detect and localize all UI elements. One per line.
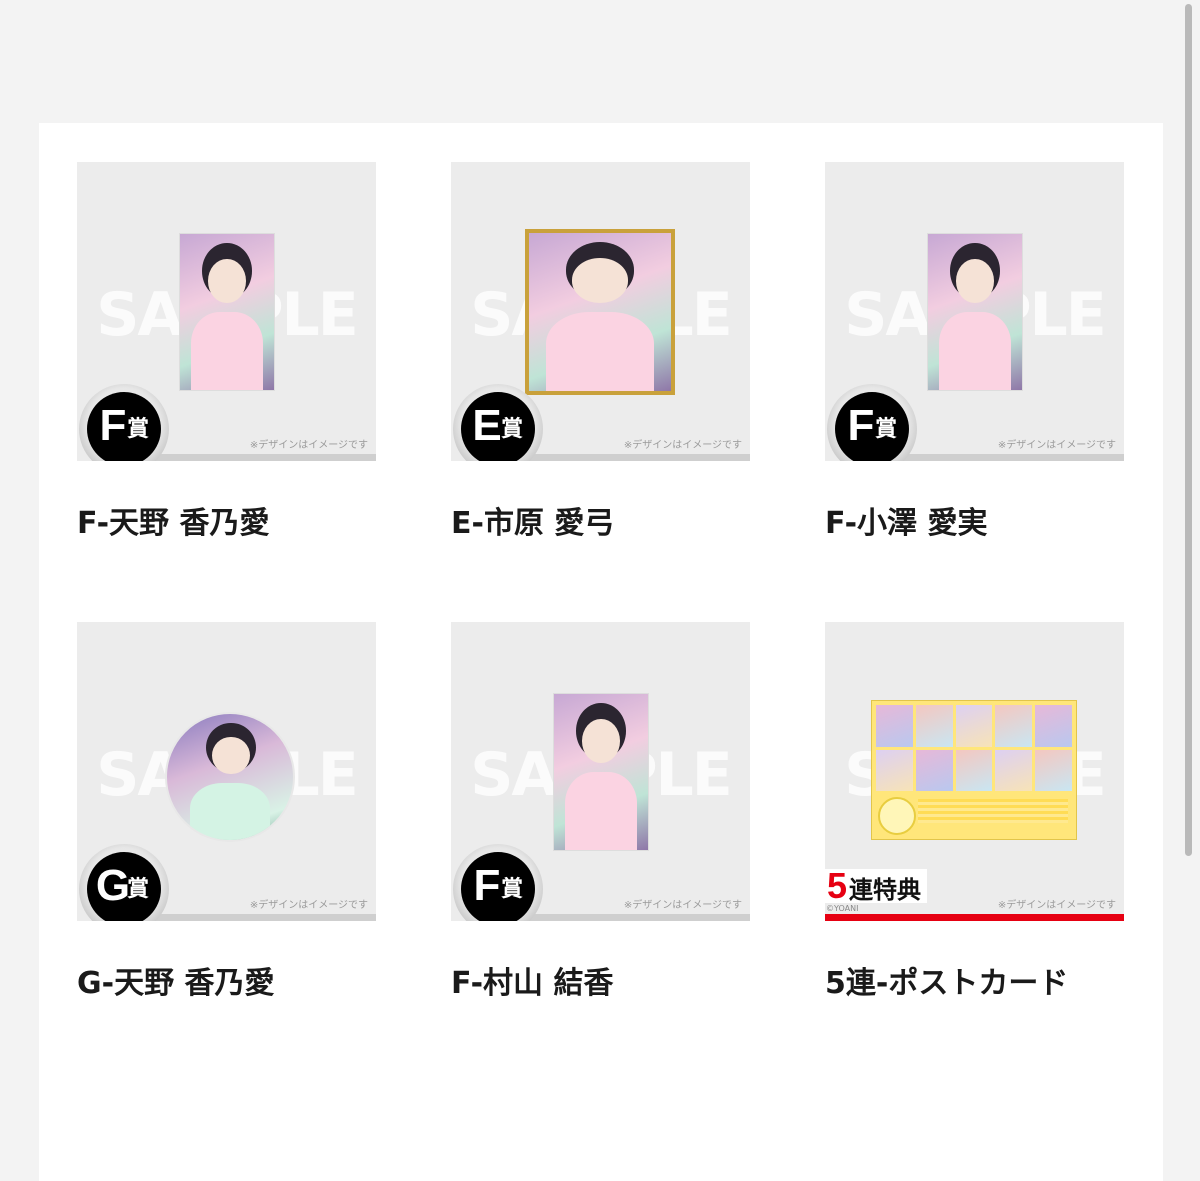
design-note: ※デザインはイメージです [249, 440, 368, 451]
prize-suffix: 賞 [501, 417, 524, 442]
thumbnail-bottom-bar [889, 454, 1124, 461]
design-note: ※デザインはイメージです [997, 440, 1116, 451]
thumbnail-bottom-bar [515, 914, 750, 921]
product-card[interactable]: SAMPLE ※デザインはイメージです F 賞 F-小澤 愛実 [825, 162, 1124, 547]
photo-card-image [553, 693, 649, 851]
product-thumbnail: SAMPLE ※デザインはイメージです F 賞 [451, 622, 750, 921]
design-note: ※デザインはイメージです [623, 440, 742, 451]
product-card[interactable]: SAMPLE ※デザインはイメージです G 賞 G-天野 香乃愛 [77, 622, 376, 1007]
copyright-text: ©YOANI [826, 904, 859, 913]
design-note: ※デザインはイメージです [623, 900, 742, 911]
product-thumbnail: SAMPLE ※デザインはイメージです E 賞 [451, 162, 750, 461]
thumbnail-bottom-bar [825, 914, 1124, 921]
product-title[interactable]: F-天野 香乃愛 [77, 501, 376, 547]
prize-suffix: 賞 [501, 877, 524, 902]
design-note: ※デザインはイメージです [997, 900, 1116, 911]
product-card[interactable]: SAMPLE ※デザインはイメージです E 賞 E-市原 愛弓 [451, 162, 750, 547]
postcard-image [871, 700, 1077, 840]
product-list-panel: SAMPLE ※デザインはイメージです F 賞 F-天野 香乃愛 SAMPLE … [39, 123, 1163, 1181]
prize-badge: G 賞 [79, 844, 169, 921]
photo-card-image [179, 233, 275, 391]
prize-badge: F 賞 [827, 384, 917, 461]
product-thumbnail: SAMPLE ※デザインはイメージです F 賞 [825, 162, 1124, 461]
thumbnail-bottom-bar [141, 914, 376, 921]
scrollbar-thumb[interactable] [1185, 4, 1192, 856]
product-title[interactable]: E-市原 愛弓 [451, 501, 750, 547]
product-card[interactable]: SAMPLE 5 連特典 ©YOANI ※デザインはイメージです 5連-ポストカ… [825, 622, 1124, 1007]
product-thumbnail: SAMPLE ※デザインはイメージです G 賞 [77, 622, 376, 921]
can-badge-image [165, 712, 295, 842]
bundle-bonus-label: 5 連特典 [825, 865, 928, 906]
shikishi-image [525, 229, 675, 395]
product-thumbnail: SAMPLE 5 連特典 ©YOANI ※デザインはイメージです [825, 622, 1124, 921]
bundle-count: 5 [827, 865, 848, 906]
prize-badge: F 賞 [79, 384, 169, 461]
prize-suffix: 賞 [127, 417, 150, 442]
thumbnail-bottom-bar [515, 454, 750, 461]
prize-suffix: 賞 [875, 417, 898, 442]
design-note: ※デザインはイメージです [249, 900, 368, 911]
product-title[interactable]: F-村山 結香 [451, 961, 750, 1007]
product-title[interactable]: G-天野 香乃愛 [77, 961, 376, 1007]
postcard-banner [918, 799, 1068, 823]
bundle-text: 連特典 [849, 876, 922, 904]
prize-badge: E 賞 [453, 384, 543, 461]
group-logo [878, 797, 916, 835]
prize-suffix: 賞 [127, 877, 150, 902]
thumbnail-bottom-bar [141, 454, 376, 461]
product-title[interactable]: F-小澤 愛実 [825, 501, 1124, 547]
product-card[interactable]: SAMPLE ※デザインはイメージです F 賞 F-天野 香乃愛 [77, 162, 376, 547]
product-thumbnail: SAMPLE ※デザインはイメージです F 賞 [77, 162, 376, 461]
product-card[interactable]: SAMPLE ※デザインはイメージです F 賞 F-村山 結香 [451, 622, 750, 1007]
prize-badge: F 賞 [453, 844, 543, 921]
product-title[interactable]: 5連-ポストカード [825, 961, 1124, 1007]
photo-card-image [927, 233, 1023, 391]
